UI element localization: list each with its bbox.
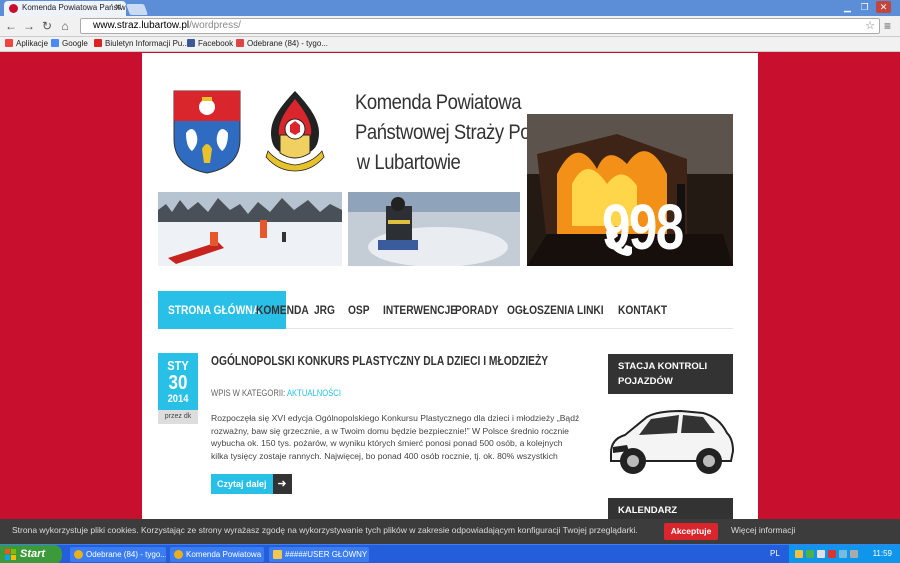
bookmark-star-icon[interactable]: ☆ <box>865 19 875 32</box>
arrow-right-icon: ➜ <box>272 474 292 494</box>
widget-title-calendar: KALENDARZ <box>608 498 733 519</box>
language-indicator[interactable]: PL <box>770 549 780 558</box>
main-nav: STRONA GŁÓWNA KOMENDA JRG OSP INTERWENCJ… <box>158 291 733 329</box>
taskbar-item-label: Komenda Powiatowa ... <box>186 550 264 559</box>
emergency-number: 998 <box>602 191 684 263</box>
address-bar[interactable]: www.straz.lubartow.pl/wordpress/ ☆ <box>80 18 880 34</box>
bip-icon <box>94 39 102 47</box>
bookmark-google[interactable]: Google <box>51 39 88 48</box>
chrome-icon <box>74 550 83 559</box>
cookie-more-link[interactable]: Więcej informacji <box>731 525 795 535</box>
tab-title: Komenda Powiatowa Państw <box>22 3 126 12</box>
start-button[interactable]: Start <box>0 545 62 563</box>
nav-item-linki[interactable]: LINKI <box>577 291 604 329</box>
browser-titlebar: Komenda Powiatowa Państw ✕ ▁ ❐ ✕ <box>0 0 900 16</box>
forward-icon[interactable]: → <box>22 19 36 33</box>
post-date-year: 2014 <box>167 393 189 405</box>
windows-taskbar: Start Odebrane (84) - tygo... Komenda Po… <box>0 544 900 563</box>
nav-item-komenda[interactable]: KOMENDA <box>256 291 309 329</box>
url-host: www.straz.lubartow.pl <box>93 20 190 31</box>
tab-close-icon[interactable]: ✕ <box>114 2 122 13</box>
bookmark-apps[interactable]: Aplikacje <box>5 39 48 48</box>
browser-toolbar: ← → ↻ ⌂ www.straz.lubartow.pl/wordpress/… <box>0 16 900 37</box>
read-more-button[interactable]: Czytaj dalej ➜ <box>211 474 292 494</box>
home-icon[interactable]: ⌂ <box>58 19 72 33</box>
bookmark-label: Facebook <box>198 39 234 48</box>
reload-icon[interactable]: ↻ <box>40 19 54 33</box>
restore-icon[interactable]: ❐ <box>857 1 872 13</box>
read-more-label: Czytaj dalej <box>211 474 273 494</box>
nav-label: STRONA GŁÓWNA <box>168 303 260 317</box>
psp-emblem-icon <box>265 91 325 172</box>
browser-tab[interactable]: Komenda Powiatowa Państw ✕ <box>4 1 126 16</box>
taskbar-item-gmail[interactable]: Odebrane (84) - tygo... <box>70 547 166 562</box>
cookie-bar: Strona wykorzystuje pliki cookies. Korzy… <box>0 519 900 544</box>
nav-item-porady[interactable]: PORADY <box>455 291 499 329</box>
apps-grid-icon <box>5 39 13 47</box>
chrome-icon <box>174 550 183 559</box>
folder-icon <box>273 550 282 559</box>
post-date-day: 30 <box>168 372 188 394</box>
windows-logo-icon <box>5 549 16 560</box>
nav-item-kontakt[interactable]: KONTAKT <box>618 291 667 329</box>
tray-network-icon[interactable] <box>806 550 814 558</box>
url-path: /wordpress/ <box>189 20 241 31</box>
start-label: Start <box>20 548 46 560</box>
post-title-link[interactable]: OGÓLNOPOLSKI KONKURS PLASTYCZNY DLA DZIE… <box>211 354 548 368</box>
post-meta-prefix: WPIS W KATEGORII: <box>211 388 286 398</box>
nav-item-interwencje[interactable]: INTERWENCJE <box>383 291 457 329</box>
cookie-accept-button[interactable]: Akceptuje <box>664 523 718 540</box>
bookmark-gmail[interactable]: Odebrane (84) - tygo... <box>236 39 328 48</box>
post-author: przez dk <box>158 410 198 424</box>
widget-title-vehicle-inspection: STACJA KONTROLI POJAZDÓW <box>608 354 733 394</box>
nav-item-jrg[interactable]: JRG <box>314 291 335 329</box>
page-container: Komenda Powiatowa Państwowej Straży Poża… <box>142 53 758 519</box>
new-tab-button[interactable] <box>125 4 149 15</box>
cookie-text: Strona wykorzystuje pliki cookies. Korzy… <box>12 525 638 535</box>
facebook-icon <box>187 39 195 47</box>
nav-item-ogloszenia[interactable]: OGŁOSZENIA <box>507 291 574 329</box>
bookmark-bip[interactable]: Biuletyn Informacji Pu... <box>94 39 189 48</box>
taskbar-item-komenda[interactable]: Komenda Powiatowa ... <box>170 547 264 562</box>
gmail-icon <box>236 39 244 47</box>
system-tray: 11:59 <box>788 545 900 563</box>
post-date-month: STY <box>167 358 189 373</box>
nav-item-osp[interactable]: OSP <box>348 291 370 329</box>
post-excerpt: Rozpoczęła się XVI edycja Ogólnopolskieg… <box>211 413 580 461</box>
post-category-link[interactable]: AKTUALNOŚCI <box>287 388 341 398</box>
tray-usb-icon[interactable] <box>850 550 858 558</box>
tray-antivirus-icon[interactable] <box>828 550 836 558</box>
lubartow-coat-of-arms-icon <box>173 90 241 174</box>
back-icon[interactable]: ← <box>4 19 18 33</box>
bookmarks-bar: Aplikacje Google Biuletyn Informacji Pu.… <box>0 37 900 52</box>
browser-menu-icon[interactable]: ≡ <box>884 19 891 33</box>
taskbar-item-folder[interactable]: #####USER GŁÓWNY <box>269 547 369 562</box>
firefighter-photo <box>348 192 520 266</box>
bookmark-label: Biuletyn Informacji Pu... <box>105 39 190 48</box>
tray-warning-icon[interactable] <box>795 550 803 558</box>
bookmark-label: Google <box>62 39 88 48</box>
tray-volume-icon[interactable] <box>817 550 825 558</box>
site-favicon-icon <box>9 4 18 13</box>
post-meta: WPIS W KATEGORII: AKTUALNOŚCI <box>211 388 341 398</box>
bookmark-facebook[interactable]: Facebook <box>187 39 233 48</box>
suv-car-image[interactable] <box>607 403 735 478</box>
tray-app-icon[interactable] <box>839 550 847 558</box>
bookmark-label: Aplikacje <box>16 39 49 48</box>
bookmark-label: Odebrane (84) - tygo... <box>247 39 328 48</box>
ice-rescue-photo <box>158 192 342 266</box>
minimize-icon[interactable]: ▁ <box>840 1 855 13</box>
post-date-badge: STY 30 2014 <box>158 353 198 410</box>
close-window-icon[interactable]: ✕ <box>876 1 891 13</box>
taskbar-item-label: #####USER GŁÓWNY <box>285 550 368 559</box>
taskbar-clock[interactable]: 11:59 <box>873 549 892 558</box>
taskbar-item-label: Odebrane (84) - tygo... <box>86 550 166 559</box>
google-icon <box>51 39 59 47</box>
